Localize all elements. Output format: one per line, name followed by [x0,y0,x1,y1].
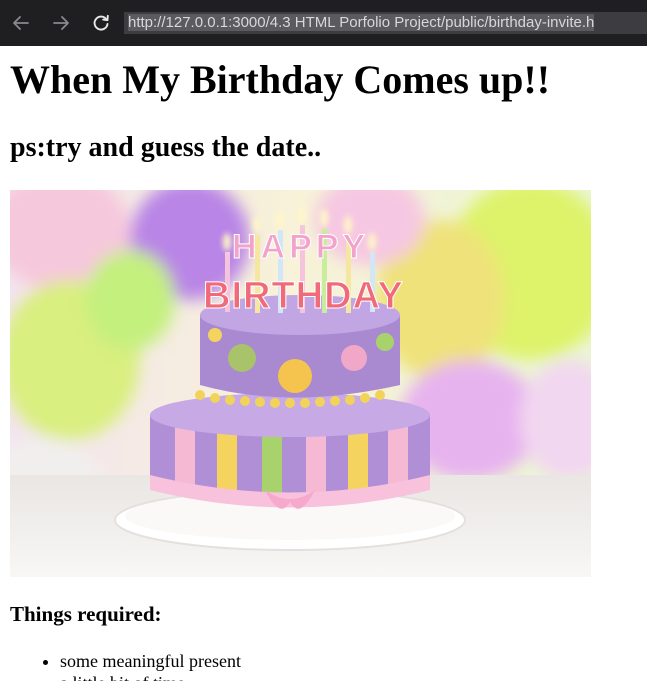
list-heading: Things required: [10,602,162,626]
url-text: http://127.0.0.1:3000/4.3 HTML Porfolio … [128,14,595,31]
cake-topper-bottom: BIRTHDAY [203,275,404,317]
cake-topper-top: HAPPY [232,228,369,266]
page-subtitle: ps:try and guess the date.. [10,132,322,163]
browser-toolbar: http://127.0.0.1:3000/4.3 HTML Porfolio … [0,0,647,46]
cake-bottom-tier [150,393,430,509]
required-items-list: some meaningful present a little bit of … [40,650,241,681]
list-item: a little bit of time [60,672,241,681]
cake-illustration: HAPPY BIRTHDAY [10,190,591,577]
birthday-cake-image: HAPPY BIRTHDAY [10,190,591,577]
page-content: When My Birthday Comes up!! ps:try and g… [0,46,647,681]
reload-icon [93,14,109,31]
arrow-left-icon [13,16,29,30]
list-item: some meaningful present [60,650,241,672]
page-title: When My Birthday Comes up!! [10,57,551,102]
arrow-right-icon [53,16,69,30]
back-button[interactable] [8,10,34,36]
address-bar[interactable]: http://127.0.0.1:3000/4.3 HTML Porfolio … [124,12,647,34]
forward-button[interactable] [48,10,74,36]
reload-button[interactable] [88,10,114,36]
